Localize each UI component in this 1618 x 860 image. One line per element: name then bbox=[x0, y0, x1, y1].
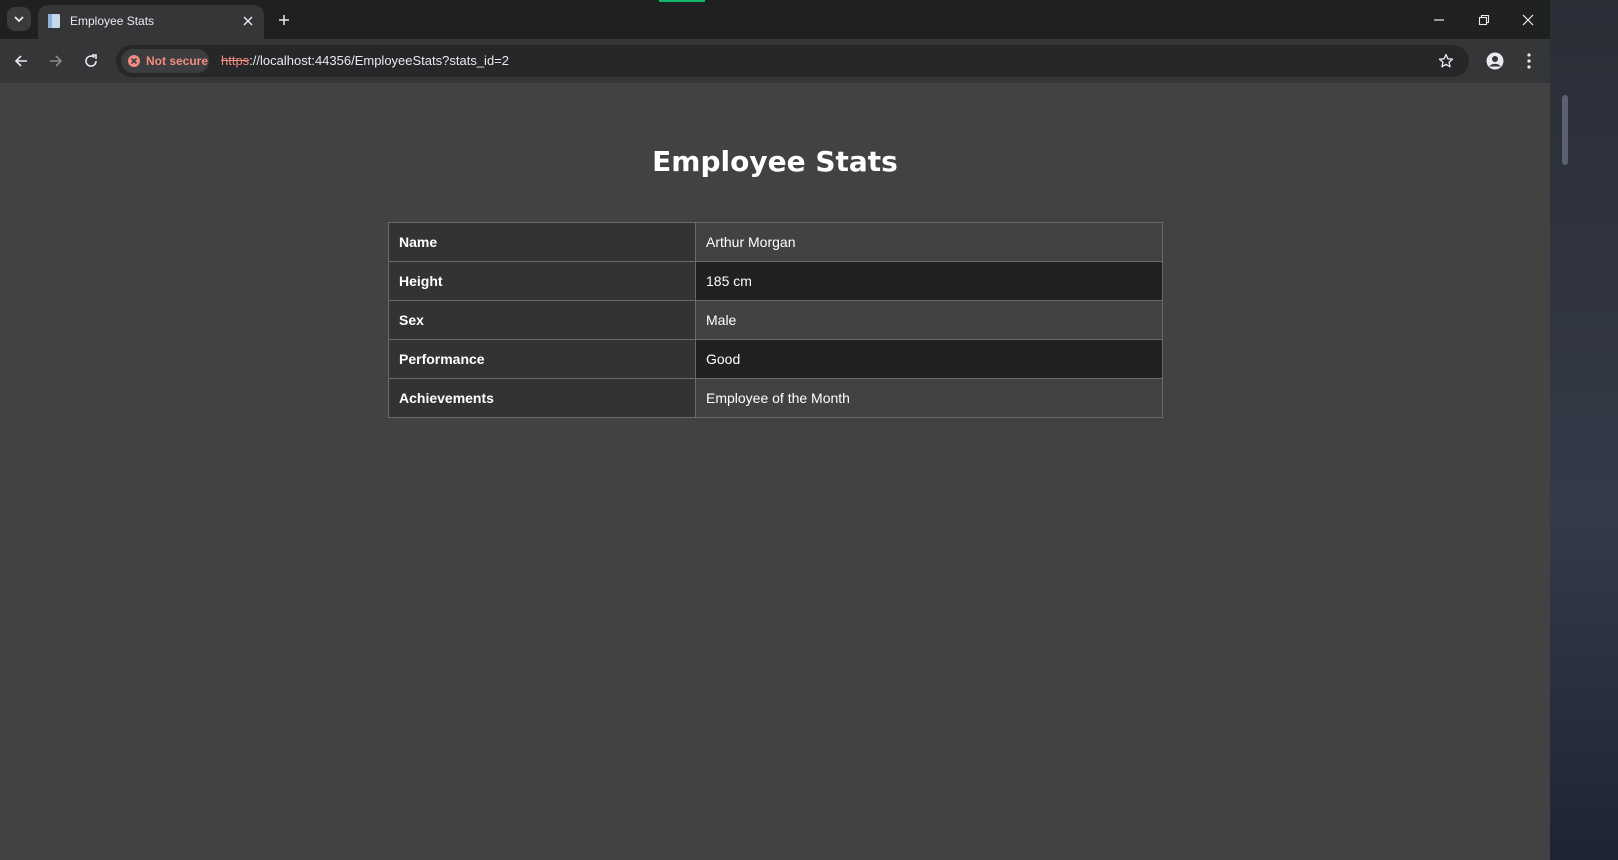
row-value: Arthur Morgan bbox=[695, 222, 1163, 262]
more-vert-icon bbox=[1527, 53, 1531, 69]
back-button[interactable] bbox=[9, 49, 33, 73]
chevron-down-icon bbox=[14, 16, 24, 23]
address-bar[interactable]: Not secure https://localhost:44356/Emplo… bbox=[116, 45, 1469, 77]
stats-table: Name Arthur Morgan Height 185 cm Sex Mal… bbox=[388, 222, 1163, 418]
activity-indicator bbox=[659, 0, 705, 2]
tab-title: Employee Stats bbox=[70, 14, 155, 28]
row-value: Good bbox=[695, 339, 1163, 379]
row-label: Achievements bbox=[388, 378, 696, 418]
minimize-icon bbox=[1434, 19, 1444, 21]
restore-button[interactable] bbox=[1472, 8, 1496, 32]
security-chip[interactable]: Not secure bbox=[121, 49, 209, 73]
url-path: ://localhost:44356/EmployeeStats?stats_i… bbox=[249, 53, 509, 68]
page-bottom bbox=[0, 833, 1550, 860]
close-window-button[interactable] bbox=[1516, 8, 1540, 32]
warning-icon bbox=[128, 55, 140, 67]
page-title: Employee Stats bbox=[652, 145, 898, 178]
arrow-left-icon bbox=[14, 55, 27, 67]
arrow-right-icon bbox=[50, 55, 63, 67]
table-row: Height 185 cm bbox=[388, 261, 1163, 301]
row-label: Sex bbox=[388, 300, 696, 340]
reload-button[interactable] bbox=[79, 49, 103, 73]
close-icon bbox=[243, 16, 253, 26]
row-label: Name bbox=[388, 222, 696, 262]
minimize-button[interactable] bbox=[1427, 8, 1451, 32]
profile-button[interactable] bbox=[1483, 49, 1507, 73]
table-row: Performance Good bbox=[388, 339, 1163, 379]
table-row: Sex Male bbox=[388, 300, 1163, 340]
table-row: Name Arthur Morgan bbox=[388, 222, 1163, 262]
bookmark-button[interactable] bbox=[1435, 50, 1457, 72]
browser-menu-button[interactable] bbox=[1518, 49, 1540, 73]
forward-button[interactable] bbox=[44, 49, 68, 73]
browser-toolbar: Not secure https://localhost:44356/Emplo… bbox=[0, 39, 1600, 83]
plus-icon bbox=[279, 15, 289, 25]
table-row: Achievements Employee of the Month bbox=[388, 378, 1163, 418]
row-value: Employee of the Month bbox=[695, 378, 1163, 418]
url-scheme: https bbox=[221, 53, 250, 68]
row-label: Performance bbox=[388, 339, 696, 379]
security-label: Not secure bbox=[146, 54, 209, 68]
avatar-icon bbox=[1486, 52, 1504, 70]
page-icon bbox=[48, 14, 60, 28]
new-tab-button[interactable] bbox=[272, 8, 296, 32]
reload-icon bbox=[85, 54, 97, 67]
tab-strip: Employee Stats bbox=[0, 0, 1600, 39]
desktop-scroll-handle bbox=[1562, 95, 1568, 165]
close-tab-button[interactable] bbox=[239, 12, 257, 30]
restore-icon bbox=[1478, 14, 1490, 26]
row-label: Height bbox=[388, 261, 696, 301]
tab-search-button[interactable] bbox=[7, 7, 31, 31]
url-text[interactable]: https://localhost:44356/EmployeeStats?st… bbox=[221, 53, 509, 68]
row-value: Male bbox=[695, 300, 1163, 340]
close-icon bbox=[1522, 14, 1534, 26]
star-icon bbox=[1438, 53, 1454, 68]
desktop-background bbox=[1550, 0, 1618, 860]
row-value: 185 cm bbox=[695, 261, 1163, 301]
page-content: Employee Stats Name Arthur Morgan Height… bbox=[0, 83, 1550, 833]
active-tab[interactable]: Employee Stats bbox=[38, 5, 264, 39]
